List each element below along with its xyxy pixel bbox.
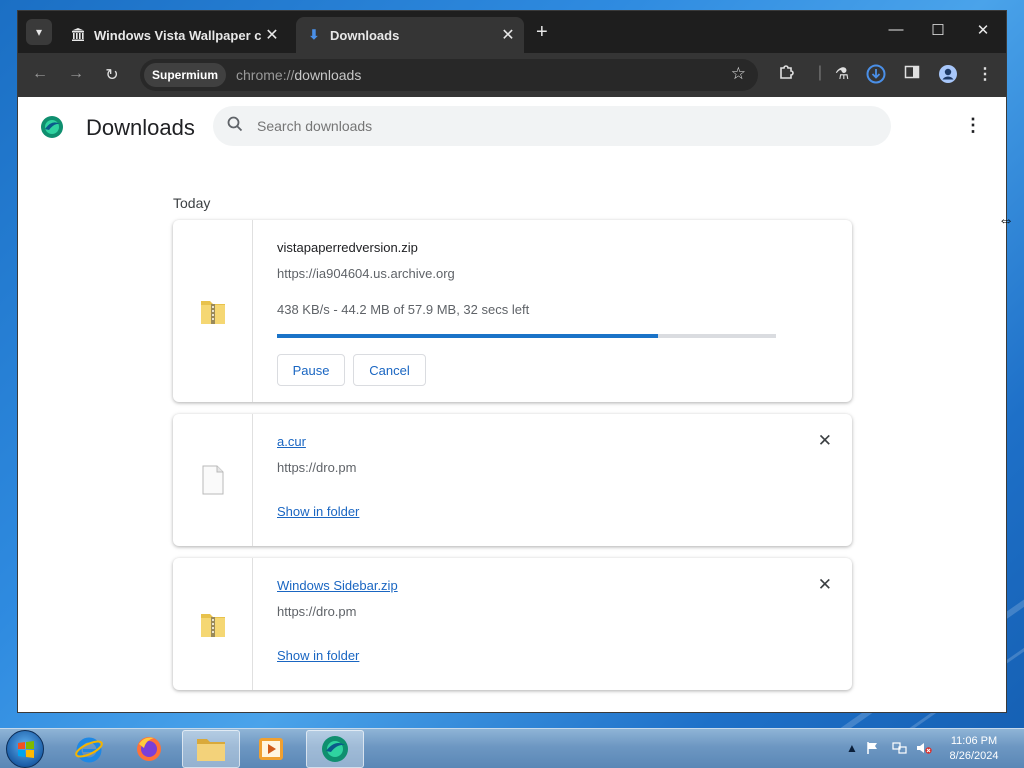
start-button[interactable]: [6, 730, 44, 768]
remove-download-icon[interactable]: ✕: [818, 575, 832, 595]
url-text: chrome://downloads: [236, 67, 362, 83]
extensions-icon[interactable]: [774, 64, 798, 85]
supermium-logo-icon: [41, 116, 63, 138]
new-tab-button[interactable]: +: [536, 21, 548, 44]
tab-search-button[interactable]: ▾: [26, 19, 52, 45]
download-filename: vistapaperredversion.zip: [277, 240, 418, 255]
downloads-page: Downloads ⋮ Today: [18, 97, 1006, 712]
show-in-folder-link[interactable]: Show in folder: [277, 504, 359, 519]
browser-chip[interactable]: Supermium: [144, 63, 227, 87]
taskbar: ▲ 11:06 PM 8/26/2024: [0, 728, 1024, 768]
download-progress-bar: [277, 334, 776, 338]
labs-flask-icon[interactable]: ⚗: [830, 64, 854, 84]
download-filename-link[interactable]: a.cur: [277, 434, 306, 449]
show-in-folder-link[interactable]: Show in folder: [277, 648, 359, 663]
download-filename-link[interactable]: Windows Sidebar.zip: [277, 578, 398, 593]
firefox-icon: [137, 737, 161, 761]
bookmark-star-icon[interactable]: ☆: [731, 64, 746, 84]
pause-button[interactable]: Pause: [277, 354, 345, 386]
search-input[interactable]: [257, 118, 817, 134]
download-source-url[interactable]: https://dro.pm: [277, 460, 356, 475]
progress-fill: [277, 334, 658, 338]
action-center-flag-icon[interactable]: [866, 741, 880, 758]
search-box: [213, 106, 891, 146]
show-hidden-icons-icon[interactable]: ▲: [846, 741, 858, 755]
download-item: Windows Sidebar.zip https://dro.pm Show …: [173, 558, 852, 690]
profile-avatar-icon[interactable]: [936, 64, 960, 89]
zip-folder-icon: [200, 614, 225, 637]
resize-cursor-icon: ⇔: [998, 212, 1014, 229]
toolbar: ← → ↻ Supermium chrome://downloads ☆ | ⚗…: [18, 53, 1006, 97]
remove-download-icon[interactable]: ✕: [818, 431, 832, 451]
minimize-button[interactable]: —: [876, 21, 916, 38]
separator: |: [817, 64, 823, 81]
page-title: Downloads: [86, 115, 195, 140]
tab-wallpaper[interactable]: Windows Vista Wallpaper colle ✕: [60, 17, 288, 53]
media-player-icon: [259, 738, 283, 760]
reload-icon[interactable]: ↻: [100, 65, 124, 85]
download-item: vistapaperredversion.zip https://ia90460…: [173, 220, 852, 402]
file-icon: [202, 465, 223, 495]
close-tab-icon[interactable]: ✕: [498, 25, 518, 45]
download-item: a.cur https://dro.pm Show in folder ✕: [173, 414, 852, 546]
network-icon[interactable]: [892, 741, 908, 758]
back-arrow-icon[interactable]: ←: [28, 65, 52, 83]
download-status: 438 KB/s - 44.2 MB of 57.9 MB, 32 secs l…: [277, 302, 530, 317]
date-section-label: Today: [173, 195, 211, 211]
tab-downloads[interactable]: ⬇ Downloads ✕: [296, 17, 524, 53]
download-icon: ⬇: [308, 27, 320, 42]
maximize-button[interactable]: ☐: [918, 21, 958, 39]
volume-muted-icon[interactable]: [916, 741, 932, 758]
zip-folder-icon: [200, 301, 225, 324]
search-icon: [227, 116, 243, 137]
tab-title: Downloads: [330, 27, 400, 43]
forward-arrow-icon[interactable]: →: [64, 65, 88, 83]
internet-explorer-icon: [75, 737, 103, 763]
system-clock[interactable]: 11:06 PM 8/26/2024: [940, 734, 1008, 764]
clock-date: 8/26/2024: [949, 750, 999, 762]
close-window-button[interactable]: ✕: [963, 21, 1003, 39]
cancel-button[interactable]: Cancel: [353, 354, 426, 386]
taskbar-firefox[interactable]: [120, 730, 178, 768]
chevron-down-icon: ▾: [35, 25, 43, 39]
tab-strip: ▾ Windows Vista Wallpaper colle ✕ ⬇ Down…: [18, 11, 1006, 53]
tab-title: Windows Vista Wallpaper colle: [94, 27, 262, 43]
taskbar-supermium[interactable]: [306, 730, 364, 768]
side-panel-icon[interactable]: [900, 64, 924, 85]
close-tab-icon[interactable]: ✕: [262, 25, 282, 45]
taskbar-media-player[interactable]: [242, 730, 300, 768]
download-source-url[interactable]: https://dro.pm: [277, 604, 356, 619]
browser-window: ▾ Windows Vista Wallpaper colle ✕ ⬇ Down…: [17, 10, 1007, 713]
browser-menu-icon[interactable]: ⋮: [973, 64, 997, 84]
download-source-url[interactable]: https://ia904604.us.archive.org: [277, 266, 455, 281]
supermium-icon: [322, 736, 348, 762]
windows-logo-icon: [18, 741, 34, 758]
taskbar-internet-explorer[interactable]: [60, 730, 118, 768]
more-options-icon[interactable]: ⋮: [964, 115, 982, 136]
archive-icon: [70, 27, 86, 43]
address-bar[interactable]: Supermium chrome://downloads ☆: [140, 59, 758, 91]
taskbar-file-explorer[interactable]: [182, 730, 240, 768]
folder-icon: [197, 739, 225, 761]
clock-time: 11:06 PM: [950, 735, 998, 747]
downloads-toolbar-icon[interactable]: [864, 64, 888, 89]
